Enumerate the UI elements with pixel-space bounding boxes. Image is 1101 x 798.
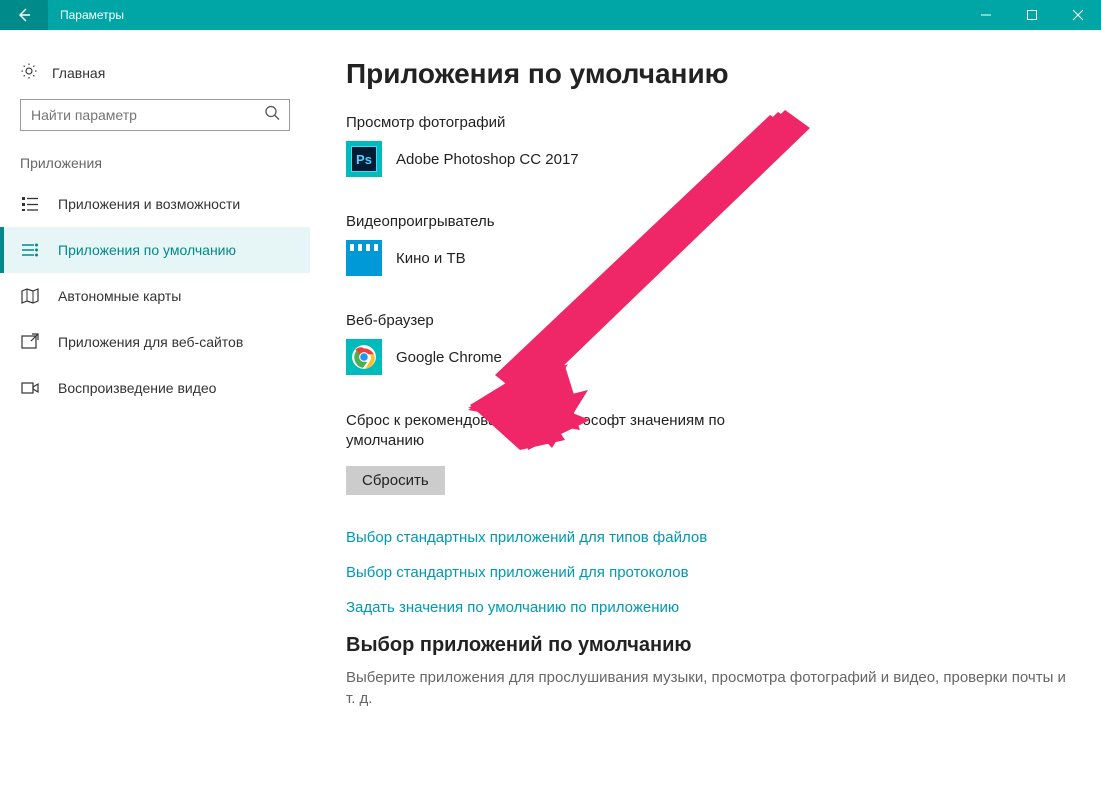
close-icon [1072, 9, 1084, 21]
page-title: Приложения по умолчанию [346, 58, 1085, 90]
link-file-types[interactable]: Выбор стандартных приложений для типов ф… [346, 529, 1085, 546]
sidebar-item-label: Приложения для веб-сайтов [58, 334, 243, 350]
home-nav[interactable]: Главная [0, 54, 310, 91]
search-input[interactable] [20, 99, 290, 131]
sidebar-item-label: Приложения и возможности [58, 196, 240, 212]
gear-icon [20, 62, 38, 83]
defaults-icon [20, 241, 40, 259]
section-label-browser: Веб-браузер [346, 312, 1085, 329]
subheading: Выбор приложений по умолчанию [346, 634, 1085, 657]
open-with-icon [20, 333, 40, 351]
video-icon [20, 379, 40, 397]
search-container [20, 99, 290, 131]
close-button[interactable] [1055, 0, 1101, 30]
link-by-app[interactable]: Задать значения по умолчанию по приложен… [346, 599, 1085, 616]
maximize-icon [1026, 9, 1038, 21]
sidebar-item-label: Воспроизведение видео [58, 380, 216, 396]
link-protocols[interactable]: Выбор стандартных приложений для протоко… [346, 564, 1085, 581]
apps-list-icon [20, 195, 40, 213]
default-app-video[interactable]: Кино и ТВ [346, 240, 1085, 276]
map-icon [20, 287, 40, 305]
photoshop-icon: Ps [346, 141, 382, 177]
sidebar-item-label: Приложения по умолчанию [58, 242, 236, 258]
sidebar-item-default-apps[interactable]: Приложения по умолчанию [0, 227, 310, 273]
maximize-button[interactable] [1009, 0, 1055, 30]
movies-tv-icon [346, 240, 382, 276]
default-app-name: Adobe Photoshop CC 2017 [396, 151, 579, 168]
sidebar-item-label: Автономные карты [58, 288, 181, 304]
reset-description: Сброс к рекомендованным Майкрософт значе… [346, 411, 766, 452]
titlebar: Параметры [0, 0, 1101, 30]
reset-button[interactable]: Сбросить [346, 466, 445, 495]
subtext: Выберите приложения для прослушивания му… [346, 667, 1066, 709]
back-button[interactable] [0, 0, 48, 30]
default-app-photo[interactable]: Ps Adobe Photoshop CC 2017 [346, 141, 1085, 177]
minimize-icon [980, 9, 992, 21]
main-content: Приложения по умолчанию Просмотр фотогра… [310, 30, 1101, 768]
section-label-photo: Просмотр фотографий [346, 114, 1085, 131]
sidebar-item-apps-features[interactable]: Приложения и возможности [0, 181, 310, 227]
window-title: Параметры [60, 8, 124, 22]
chrome-icon [346, 339, 382, 375]
default-app-name: Кино и ТВ [396, 250, 466, 267]
default-app-browser[interactable]: Google Chrome [346, 339, 1085, 375]
section-label-video: Видеопроигрыватель [346, 213, 1085, 230]
sidebar: Главная Приложения Приложения и возможно… [0, 30, 310, 768]
sidebar-item-apps-websites[interactable]: Приложения для веб-сайтов [0, 319, 310, 365]
sidebar-group-title: Приложения [0, 155, 310, 181]
arrow-left-icon [16, 7, 32, 23]
sidebar-item-offline-maps[interactable]: Автономные карты [0, 273, 310, 319]
sidebar-item-video-playback[interactable]: Воспроизведение видео [0, 365, 310, 411]
search-icon [264, 105, 280, 126]
minimize-button[interactable] [963, 0, 1009, 30]
home-label: Главная [52, 65, 105, 81]
default-app-name: Google Chrome [396, 349, 502, 366]
